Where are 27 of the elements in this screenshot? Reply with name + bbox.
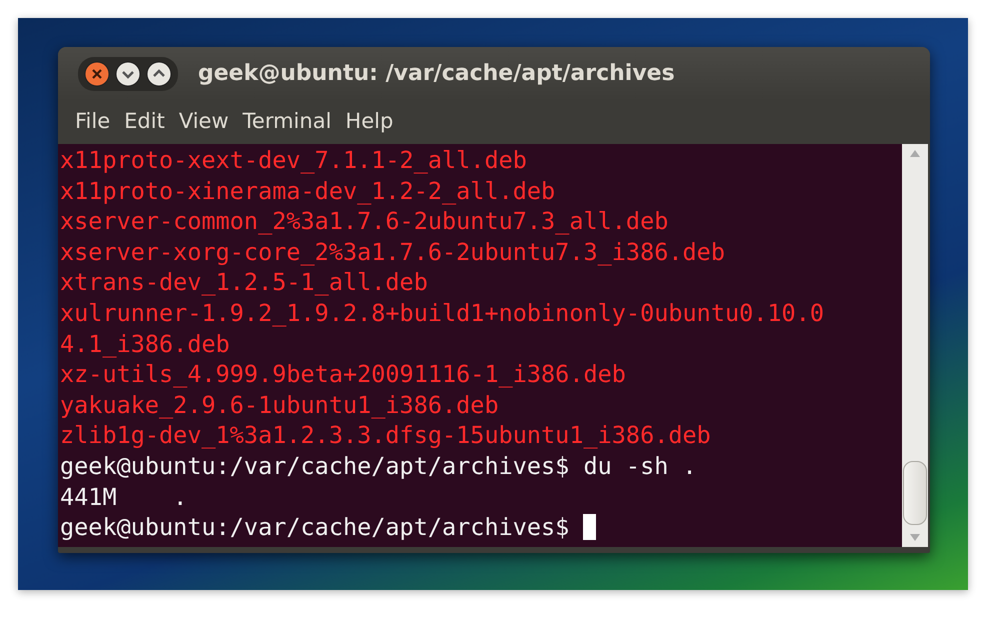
terminal-line: xtrans-dev_1.2.5-1_all.deb (60, 267, 428, 298)
terminal-line: x11proto-xinerama-dev_1.2-2_all.deb (60, 176, 556, 206)
menu-item[interactable]: View (172, 109, 236, 133)
scroll-up-icon[interactable] (909, 148, 921, 158)
terminal-line: geek@ubuntu:/var/cache/apt/archives$ (60, 512, 570, 543)
close-button[interactable] (84, 60, 110, 86)
terminal-line: geek@ubuntu:/var/cache/apt/archives$ du -sh . (60, 450, 697, 482)
menu-item[interactable]: Edit (117, 109, 172, 133)
window-title: geek@ubuntu: /var/cache/apt/archives (198, 61, 675, 86)
terminal-cursor (583, 514, 596, 540)
terminal-line: xz-utils_4.999.9beta+20091116-1_i386.deb (60, 359, 626, 390)
maximize-button[interactable] (146, 60, 172, 86)
minimize-button[interactable] (115, 60, 141, 86)
terminal-line: yakuake_2.9.6-1ubuntu1_i386.deb (60, 390, 499, 420)
terminal-line: 441M . (60, 482, 188, 512)
menu-item[interactable]: Help (338, 109, 400, 133)
terminal-line: x11proto-xext-dev_7.1.1-2_all.deb (60, 145, 527, 176)
menu-item[interactable]: File (68, 109, 118, 133)
scrollbar[interactable] (902, 144, 928, 547)
scroll-down-icon[interactable] (909, 533, 921, 543)
menu-item[interactable]: Terminal (236, 109, 338, 133)
terminal-line: zlib1g-dev_1%3a1.2.3.3.dfsg-15ubuntu1_i386.deb (60, 420, 711, 451)
terminal-line: xserver-common_2%3a1.7.6-2ubuntu7.3_all.deb (60, 206, 668, 237)
scrollbar-thumb[interactable] (903, 461, 927, 525)
terminal-line: xserver-xorg-core_2%3a1.7.6-2ubuntu7.3_i386.deb (60, 236, 725, 268)
terminal-line: xulrunner-1.9.2_1.9.2.8+build1+nobinonly-0ubuntu0.10.0 (60, 298, 824, 329)
terminal-line: 4.1_i386.deb (60, 328, 230, 360)
